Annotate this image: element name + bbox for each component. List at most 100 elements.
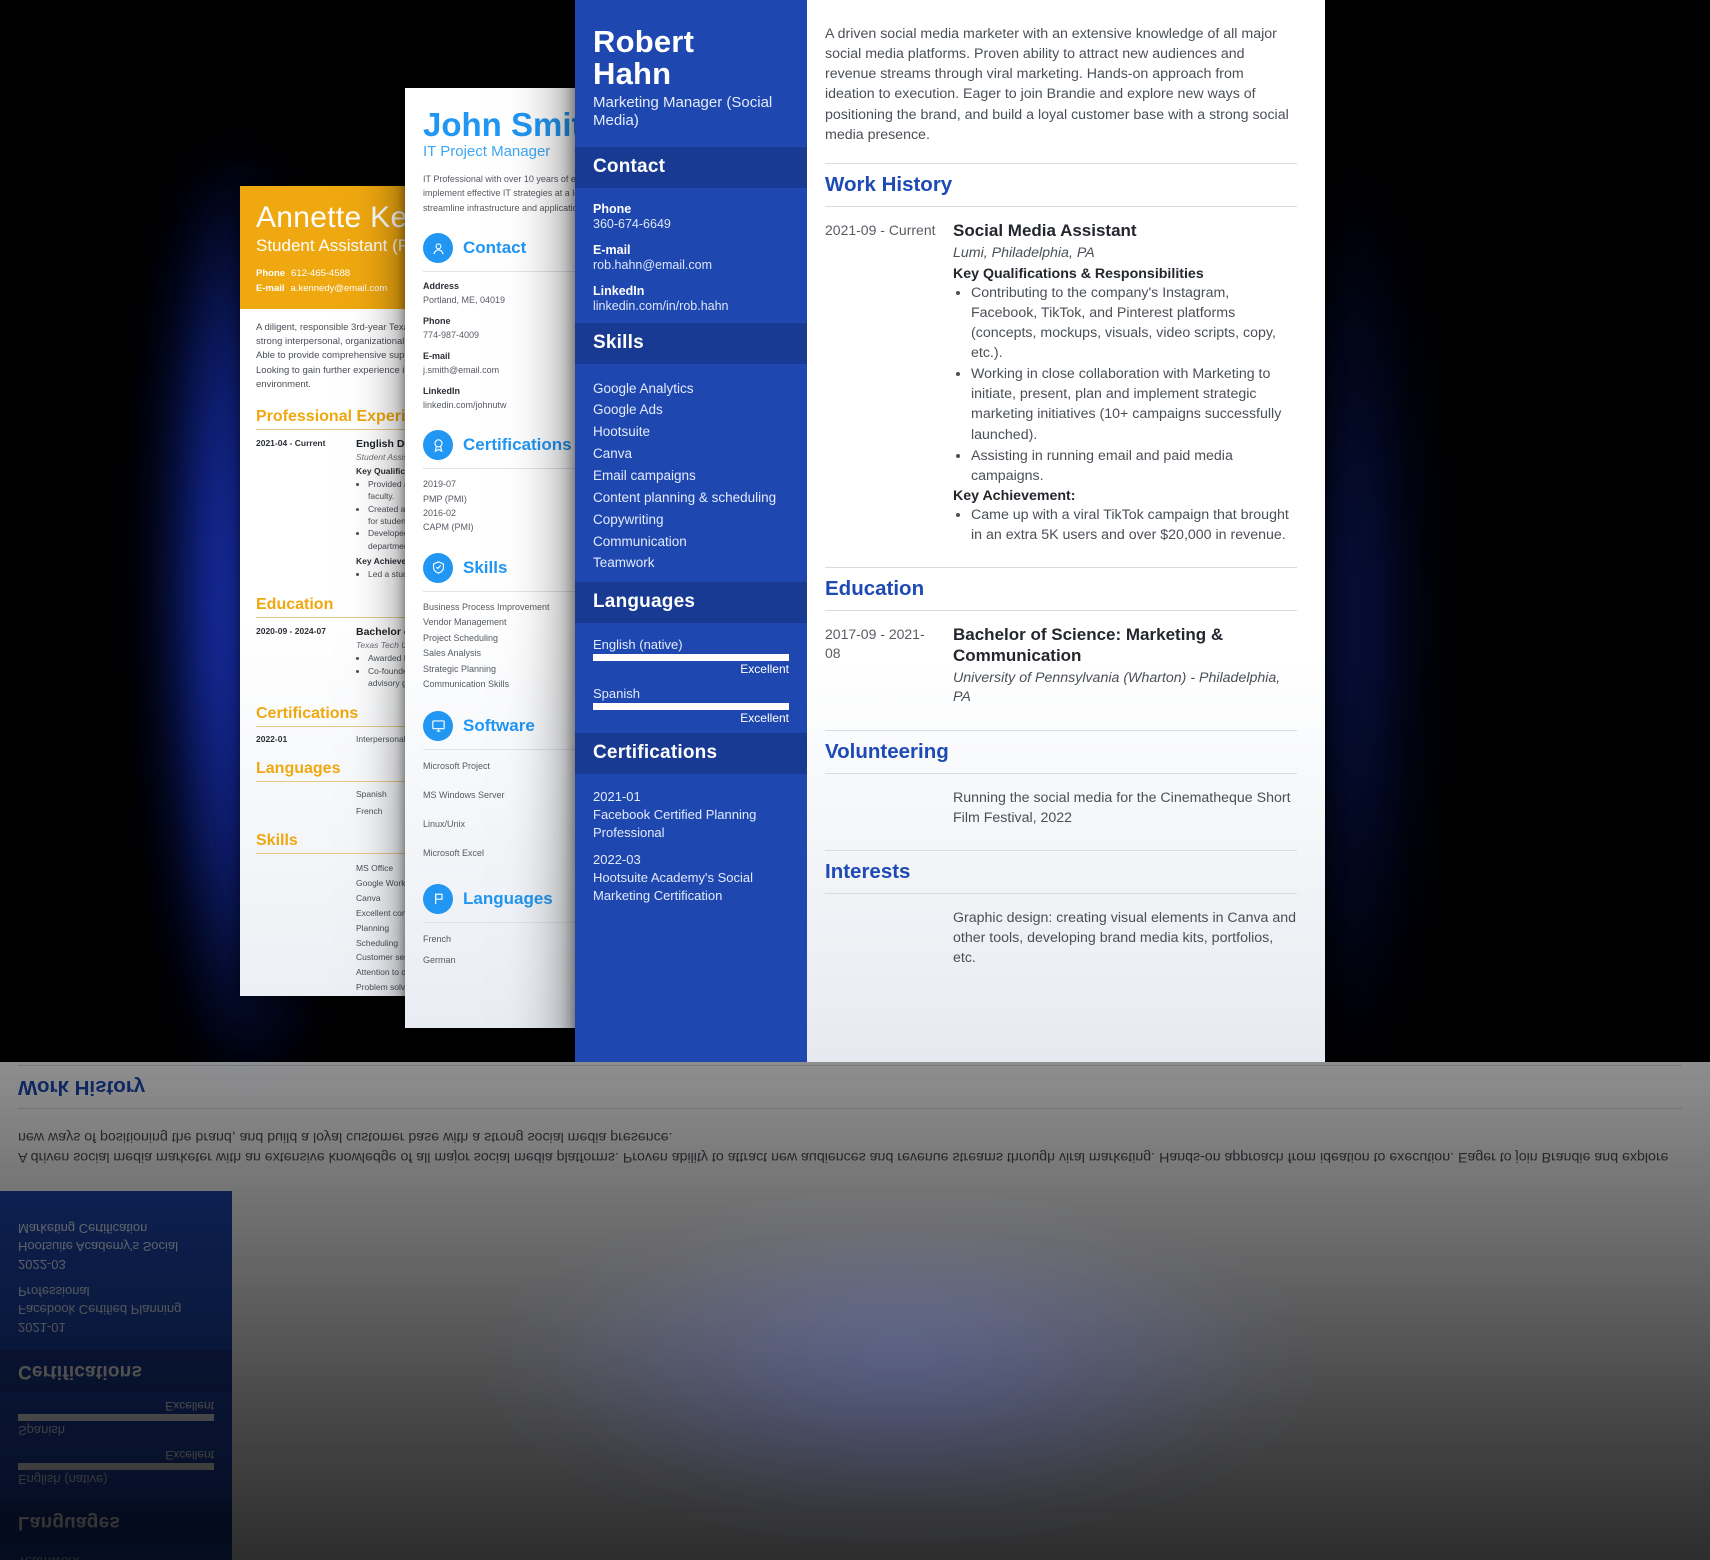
- robert-certifications-heading: Certifications: [575, 733, 807, 775]
- list-item: Attention to detail: [0, 1477, 124, 1494]
- annette-phone-value: 612-465-4588: [291, 267, 351, 279]
- robert-education-dates: 2017-09 - 2021-08: [825, 626, 925, 662]
- robert-certifications-block: 2021-01 Facebook Certified Planning Prof…: [575, 774, 807, 913]
- annette-interests-heading: Interests: [0, 1441, 62, 1458]
- john-contact-section: Contact: [0, 1062, 1122, 1560]
- value: Portland, ME, 04019: [423, 294, 506, 305]
- list-item: Excellent communication: [0, 1549, 177, 1560]
- resume-card-annette[interactable]: Annette Kennedy Student Assistant (Part-…: [0, 1422, 1689, 1560]
- robert-summary: A driven social media marketer with an e…: [825, 26, 1289, 143]
- list-item: Teamwork: [593, 555, 655, 571]
- name: Linux/Unix: [423, 818, 466, 829]
- annette-phone-label: Phone: [256, 267, 286, 279]
- robert-certifications-heading: Certifications: [0, 1349, 232, 1391]
- robert-contact-block: Phone 360-674-6649 E-mail rob.hahn@email…: [575, 188, 807, 323]
- date: 2021-01: [18, 1319, 66, 1335]
- name: Microsoft Excel: [423, 847, 485, 858]
- john-body: John Smith IT Project Manager IT Profess…: [0, 1062, 1122, 1560]
- robert-name: Robert Hahn: [575, 0, 807, 90]
- robert-work-bullets: Contributing to the company's Instagram,…: [971, 283, 1297, 487]
- language-level-bar: [593, 703, 789, 711]
- robert-language-name: English (native): [18, 1471, 108, 1487]
- robert-work-entry: 2021-09 - Current Social Media Assistant…: [825, 207, 1297, 549]
- resume-card-john[interactable]: John Smith IT Project Manager IT Profess…: [0, 1062, 1123, 1560]
- robert-main-column: A driven social media marketer with an e…: [0, 1062, 1710, 1192]
- flag-icon: [423, 883, 453, 914]
- robert-skills-block: Google Analytics Google Ads Hootsuite Ca…: [0, 1542, 232, 1560]
- robert-education-heading: Education: [825, 567, 1297, 612]
- title: Facebook Certified Planning Professional: [18, 1283, 182, 1317]
- robert-languages-heading: Languages: [0, 1500, 232, 1542]
- robert-skills-heading: Skills: [575, 322, 807, 364]
- list-item: Email campaigns: [593, 468, 696, 484]
- annette-interests-entry: Behavioral psychology: [0, 1422, 1688, 1440]
- list-item: Google Ads: [593, 402, 663, 418]
- robert-summary: A driven social media marketer with an e…: [18, 1128, 1669, 1166]
- annette-skills-entry: MS Office Google Workspace Canva Excelle…: [0, 1458, 1688, 1560]
- robert-linkedin-label: LinkedIn: [593, 283, 645, 298]
- robert-volunteering-text: Running the social media for the Cinemat…: [953, 789, 1291, 826]
- annette-experience-date: 2021-04 - Current: [256, 438, 326, 449]
- stack-reflection: Annette Kennedy Student Assistant (Part-…: [0, 1062, 1710, 1560]
- robert-contact-heading: Contact: [575, 146, 807, 188]
- language-level-bar: [18, 1462, 214, 1470]
- robert-work-entry: 2021-09 - Current Social Media Assistant…: [18, 1062, 1682, 1065]
- list-item: Working in close collaboration with Mark…: [971, 364, 1297, 445]
- robert-work-history-heading: Work History: [825, 162, 1297, 207]
- list-item: Google Analytics: [593, 380, 694, 396]
- background-glow-bottom: [480, 1240, 1320, 1520]
- robert-volunteering-dates: [825, 788, 937, 828]
- value: 774-987-4009: [423, 329, 480, 340]
- robert-language-name: Spanish: [18, 1422, 65, 1438]
- list-item: Planning: [0, 1531, 63, 1548]
- robert-education-entry: 2017-09 - 2021-08 Bachelor of Science: M…: [825, 611, 1297, 711]
- robert-languages-block: English (native) Excellent Spanish Excel…: [0, 1391, 232, 1501]
- resume-card-robert[interactable]: Robert Hahn Marketing Manager (Social Me…: [575, 0, 1325, 1062]
- robert-name-line2: Hahn: [593, 56, 672, 92]
- robert-email-value: rob.hahn@email.com: [593, 257, 712, 272]
- list-item: Contributing to the company's Instagram,…: [971, 283, 1297, 364]
- list-item: Behavioral psychology: [0, 1423, 161, 1440]
- language-level-bar: [593, 654, 789, 662]
- ribbon-icon: [423, 430, 453, 461]
- robert-volunteering-heading: Volunteering: [825, 729, 1297, 774]
- list-item: Content planning & scheduling: [593, 489, 777, 505]
- robert-certification-2: 2022-03 Hootsuite Academy's Social Marke…: [18, 1219, 214, 1273]
- name: French: [423, 933, 452, 944]
- annette-certification-date: 2022-01: [256, 734, 288, 745]
- robert-work-title: Social Media Assistant: [953, 220, 1137, 240]
- john-certifications-heading: Certifications: [463, 435, 572, 455]
- user-icon: [423, 233, 453, 264]
- robert-email-label: E-mail: [593, 242, 631, 257]
- robert-phone-label: Phone: [593, 201, 632, 216]
- list-item: Scheduling: [0, 1513, 80, 1530]
- list-item: Customer service: [0, 1495, 125, 1512]
- reflection-content: Annette Kennedy Student Assistant (Part-…: [0, 1062, 1710, 1560]
- date: 2022-03: [18, 1256, 66, 1272]
- robert-certifications-block: 2021-01 Facebook Certified Planning Prof…: [0, 1211, 232, 1350]
- language-level-bar: [18, 1413, 214, 1421]
- title: Hootsuite Academy's Social Marketing Cer…: [593, 870, 754, 904]
- robert-phone-value: 360-674-6649: [593, 216, 671, 231]
- robert-linkedin-value[interactable]: linkedin.com/in/rob.hahn: [593, 298, 789, 315]
- name: German: [423, 954, 456, 965]
- robert-language-name: Spanish: [593, 686, 640, 702]
- date: 2022-03: [593, 852, 641, 868]
- robert-work-ach-label: Key Achievement:: [953, 488, 1076, 505]
- robert-languages-block: English (native) Excellent Spanish Excel…: [575, 623, 807, 733]
- robert-certification-1: 2021-01 Facebook Certified Planning Prof…: [593, 788, 789, 842]
- robert-interests-dates: [825, 908, 937, 968]
- robert-language-level: Excellent: [740, 711, 789, 726]
- robert-work-org: Lumi, Philadelphia, PA: [953, 245, 1095, 262]
- robert-work-qual-label: Key Qualifications & Responsibilities: [953, 265, 1204, 282]
- annette-body: A diligent, responsible 3rd-year Texas T…: [0, 1422, 1688, 1560]
- john-skills-heading: Skills: [463, 557, 508, 577]
- robert-education-title: Bachelor of Science: Marketing & Communi…: [953, 625, 1224, 665]
- john-software-heading: Software: [463, 715, 535, 735]
- name: MS Windows Server: [423, 789, 505, 800]
- resume-card-robert[interactable]: Robert Hahn Marketing Manager (Social Me…: [0, 1062, 1710, 1560]
- date: 2021-01: [593, 789, 641, 805]
- list-item: Teamwork: [18, 1550, 214, 1560]
- john-contact-heading: Contact: [463, 238, 527, 258]
- robert-education-org: University of Pennsylvania (Wharton) - P…: [953, 670, 1281, 706]
